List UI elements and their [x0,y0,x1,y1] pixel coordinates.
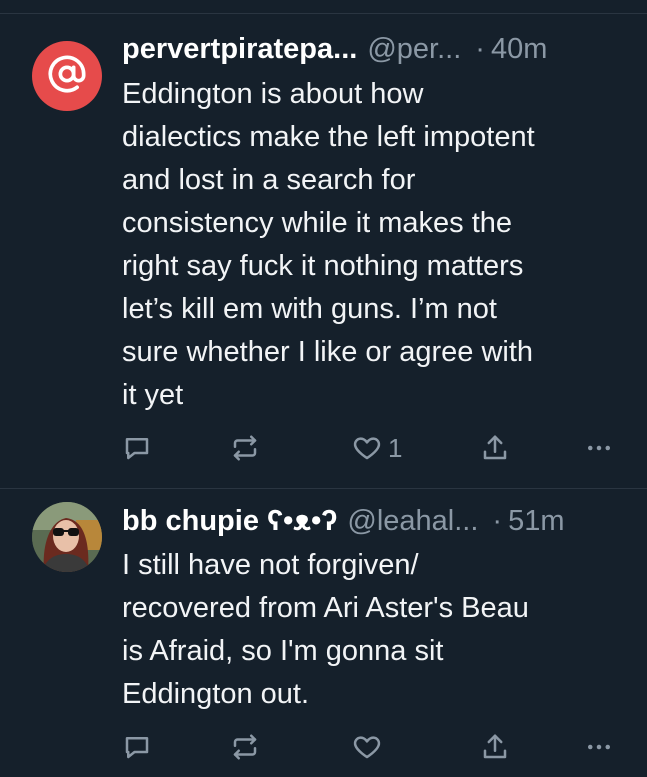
handle[interactable]: @leahal... [347,502,478,540]
more-options-button[interactable] [584,430,614,466]
like-count: 1 [388,432,403,463]
retweet-icon [230,732,260,762]
separator-dot: · [492,505,503,537]
share-button[interactable] [480,729,510,765]
display-name[interactable]: pervertpiratepa... [122,30,357,68]
tweet-header: bb chupie ʕ•ᴥ•ʔ @leahal... · 51m [122,502,627,540]
reply-button[interactable] [122,430,158,466]
share-button[interactable] [480,430,510,466]
reply-icon [122,732,152,762]
more-options-button[interactable] [584,729,614,765]
at-sign-icon [47,54,87,99]
profile-photo-icon [32,502,102,572]
handle[interactable]: @per... [367,30,461,68]
timestamp[interactable]: 51m [508,502,564,540]
reply-button[interactable] [122,729,158,765]
tweet-text: Eddington is about how dialectics make t… [122,78,535,411]
action-bar [122,729,620,765]
avatar[interactable] [32,502,102,572]
heart-icon [352,433,382,463]
avatar[interactable] [32,41,102,111]
tweet[interactable]: bb chupie ʕ•ᴥ•ʔ @leahal... · 51m I still… [0,489,647,777]
timestamp[interactable]: 40m [491,30,547,68]
tweet-header: pervertpiratepa... @per... · 40m [122,30,627,68]
heart-icon [352,732,382,762]
like-button[interactable]: 1 [352,430,402,466]
reply-icon [122,433,152,463]
tweet[interactable]: pervertpiratepa... @per... · 40m Eddingt… [0,14,647,488]
like-button[interactable] [352,729,388,765]
retweet-button[interactable] [230,729,266,765]
display-name[interactable]: bb chupie ʕ•ᴥ•ʔ [122,502,337,540]
action-bar: 1 [122,430,620,466]
more-icon [584,433,614,463]
retweet-button[interactable] [230,430,266,466]
tweet-text: I still have not forgiven/ recovered fro… [122,549,529,710]
retweet-icon [230,433,260,463]
share-icon [480,732,510,762]
share-icon [480,433,510,463]
separator-dot: · [475,33,485,65]
more-icon [584,732,614,762]
